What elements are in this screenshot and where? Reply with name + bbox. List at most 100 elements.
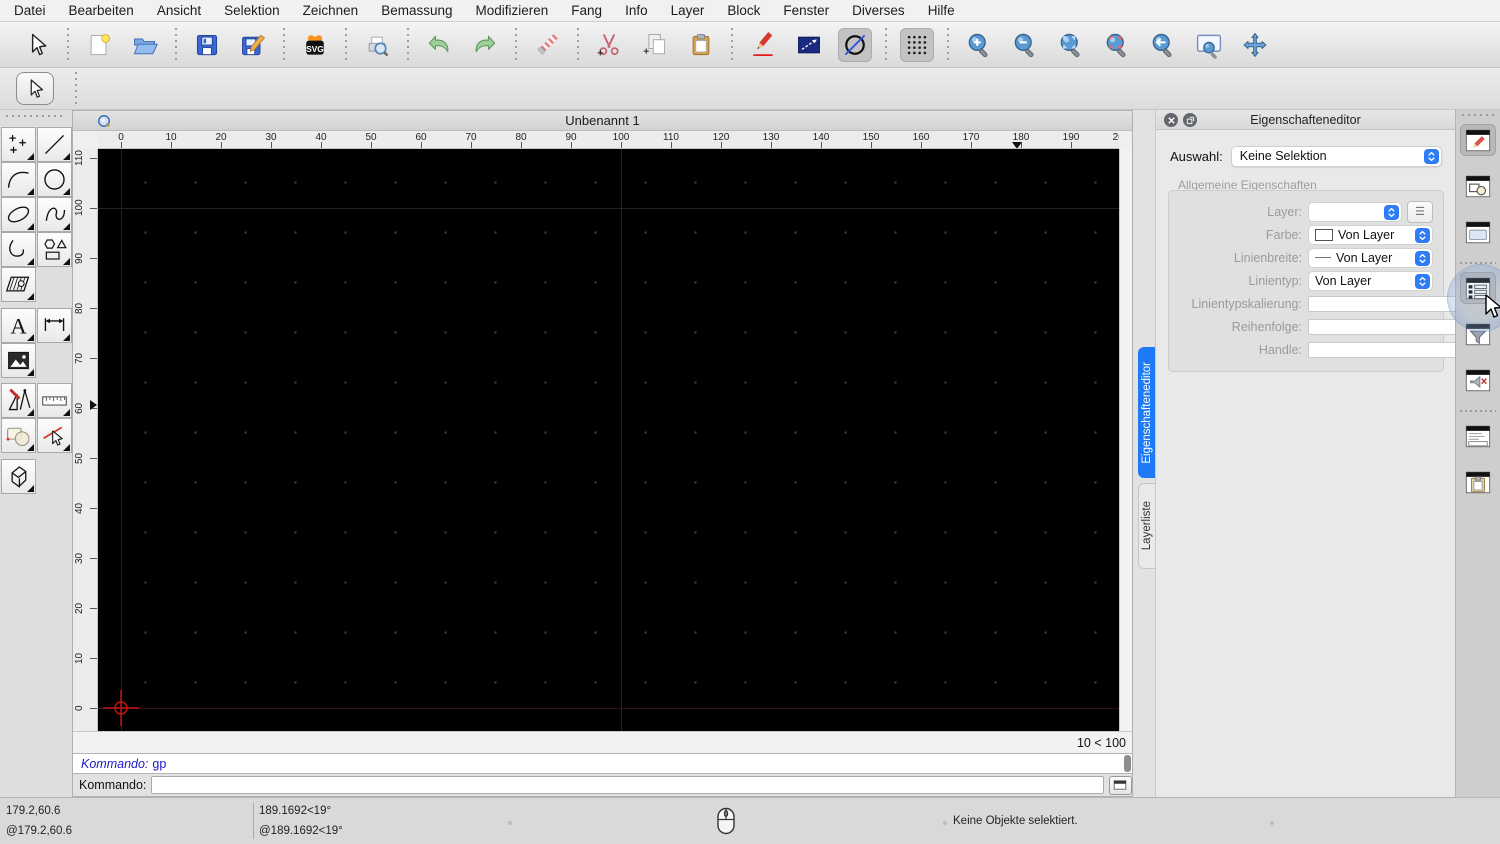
ruler-label: 200 <box>1112 132 1119 143</box>
layer-popup[interactable] <box>1308 201 1402 222</box>
tool-circle-button[interactable] <box>37 162 72 197</box>
redo-button[interactable] <box>468 28 502 62</box>
draw-pencil-button[interactable] <box>746 28 780 62</box>
farbe-popup[interactable]: Von Layer <box>1308 224 1433 245</box>
menu-selektion[interactable]: Selektion <box>224 3 280 18</box>
tool-line-button[interactable] <box>37 127 72 162</box>
isometric-circle-button[interactable] <box>838 27 872 62</box>
ruler-label: 80 <box>74 302 85 314</box>
filter-panel-toggle-button[interactable] <box>1460 318 1496 350</box>
tool-spline-button[interactable] <box>37 197 72 232</box>
properties-editor-toggle-button[interactable] <box>1460 124 1496 156</box>
tool-shapes-button[interactable] <box>37 232 72 267</box>
palette-grip[interactable] <box>6 115 64 117</box>
linientyp-popup[interactable]: Von Layer <box>1308 270 1433 291</box>
linienbreite-popup[interactable]: Von Layer <box>1308 247 1433 268</box>
command-input[interactable] <box>151 776 1104 794</box>
block-panel-toggle-button[interactable] <box>1460 364 1496 396</box>
menu-info[interactable]: Info <box>625 3 648 18</box>
save-as-button[interactable] <box>236 28 270 62</box>
tool-box-3d-button[interactable] <box>1 459 36 494</box>
menu-ansicht[interactable]: Ansicht <box>157 3 201 18</box>
toolbar-separator <box>283 27 285 62</box>
ruler-tick <box>171 142 172 148</box>
paste-button[interactable] <box>684 28 718 62</box>
save-button[interactable] <box>190 28 224 62</box>
menu-zeichnen[interactable]: Zeichnen <box>303 3 359 18</box>
grid-toggle-button[interactable] <box>900 27 934 62</box>
drawing-window-titlebar[interactable]: Unbenannt 1 <box>73 111 1132 131</box>
select-pointer-icon <box>30 78 44 98</box>
ruler-tick <box>771 142 772 148</box>
new-document-button[interactable] <box>82 28 116 62</box>
menu-datei[interactable]: Datei <box>14 3 46 18</box>
menu-bemassung[interactable]: Bemassung <box>381 3 452 18</box>
tool-image-button[interactable] <box>1 343 36 378</box>
tool-drafting-tools-button[interactable] <box>1 383 36 418</box>
open-file-button[interactable] <box>128 28 162 62</box>
open-file-icon <box>133 37 158 54</box>
clipboard-panel-toggle-button[interactable] <box>1460 466 1496 498</box>
menu-fang[interactable]: Fang <box>571 3 602 18</box>
menu-modifizieren[interactable]: Modifizieren <box>476 3 549 18</box>
absolute-coordinates: 179.2,60.6 <box>6 805 61 817</box>
tool-dimension-button[interactable] <box>37 308 72 343</box>
filter-panel-toggle-icon <box>1465 323 1491 346</box>
blank-panel-toggle-button[interactable] <box>1460 216 1496 248</box>
selection-popup[interactable]: Keine Selektion <box>1230 145 1442 167</box>
tool-text-button[interactable]: A <box>1 308 36 343</box>
command-widget-toggle-button[interactable] <box>1460 420 1496 452</box>
menu-fenster[interactable]: Fenster <box>783 3 829 18</box>
menu-hilfe[interactable]: Hilfe <box>928 3 955 18</box>
zoom-previous-button[interactable] <box>1146 28 1180 62</box>
linientypskalierung-input[interactable] <box>1308 295 1471 312</box>
selection-window-button[interactable] <box>792 28 826 62</box>
tool-select-entity-button[interactable] <box>37 418 72 453</box>
tool-points-button[interactable] <box>1 127 36 162</box>
menu-layer[interactable]: Layer <box>671 3 705 18</box>
zoom-auto-button[interactable] <box>1100 28 1134 62</box>
select-pointer-button[interactable] <box>16 72 54 105</box>
layer-list-toggle-button[interactable] <box>1460 272 1496 304</box>
reihenfolge-input[interactable] <box>1308 318 1471 335</box>
drawing-canvas[interactable] <box>98 149 1119 731</box>
ruler-tick <box>90 158 97 159</box>
menu-block[interactable]: Block <box>727 3 760 18</box>
pointer-tool-button[interactable] <box>20 28 54 62</box>
detach-command-button[interactable] <box>1108 775 1132 795</box>
tool-polyline-button[interactable] <box>1 232 36 267</box>
zoom-out-button[interactable] <box>1008 28 1042 62</box>
layer-menu-button[interactable]: ☰ <box>1407 200 1433 223</box>
svg-export-button[interactable]: SVG <box>298 28 332 62</box>
cut-button[interactable] <box>592 28 626 62</box>
eraser-button[interactable] <box>530 28 564 62</box>
zoom-pan-button[interactable] <box>1238 28 1272 62</box>
handle-input[interactable] <box>1308 341 1471 358</box>
tool-modify-button[interactable] <box>1 418 36 453</box>
zoom-window-button[interactable] <box>1192 28 1226 62</box>
toolbar-separator <box>407 27 409 62</box>
tool-measure-button[interactable] <box>37 383 72 418</box>
menu-bearbeiten[interactable]: Bearbeiten <box>69 3 134 18</box>
copy-button[interactable] <box>638 28 672 62</box>
x-axis <box>121 708 1119 709</box>
submenu-indicator <box>27 334 34 341</box>
modify-panel-toggle-button[interactable] <box>1460 170 1496 202</box>
tool-ellipse-button[interactable] <box>1 197 36 232</box>
tab-layerliste[interactable]: Layerliste <box>1138 483 1155 569</box>
ruler-tick <box>521 142 522 148</box>
strip-grip[interactable] <box>1462 114 1494 116</box>
zoom-previous-icon <box>1152 33 1172 57</box>
tool-hatch-button[interactable] <box>1 267 36 302</box>
zoom-fit-button[interactable] <box>1054 28 1088 62</box>
history-scrollbar[interactable] <box>1124 755 1131 772</box>
cursor-position-marker <box>1012 142 1022 148</box>
print-preview-button[interactable] <box>360 28 394 62</box>
relative-polar: @189.1692<19° <box>259 825 343 837</box>
zoom-in-button[interactable] <box>962 28 996 62</box>
vertical-scrollbar[interactable] <box>1119 149 1132 731</box>
undo-button[interactable] <box>422 28 456 62</box>
menu-diverses[interactable]: Diverses <box>852 3 905 18</box>
tab-eigenschafteneditor[interactable]: Eigenschafteneditor <box>1138 347 1155 478</box>
tool-arc-button[interactable] <box>1 162 36 197</box>
